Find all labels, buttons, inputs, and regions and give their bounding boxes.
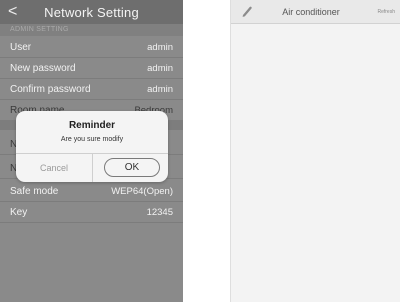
dialog-button-divider	[92, 154, 93, 182]
cancel-button[interactable]: Cancel	[16, 154, 92, 182]
air-conditioner-screen: Air conditioner Refresh	[230, 0, 400, 302]
user-value: admin	[147, 41, 173, 53]
network-setting-screen: < Network Setting ADMIN SETTING User adm…	[0, 0, 183, 302]
confirm-password-row[interactable]: Confirm password admin	[0, 79, 183, 100]
page-title: Network Setting	[44, 4, 139, 20]
confirm-password-label: Confirm password	[10, 83, 91, 95]
ok-button[interactable]: OK	[104, 158, 160, 177]
network-setting-navbar: < Network Setting	[0, 0, 183, 24]
reminder-dialog: Reminder Are you sure modify Cancel OK	[16, 111, 168, 182]
admin-setting-header: ADMIN SETTING	[0, 24, 183, 36]
new-password-label: New password	[10, 62, 76, 74]
user-row[interactable]: User admin	[0, 37, 183, 58]
new-password-row[interactable]: New password admin	[0, 58, 183, 79]
safe-mode-row[interactable]: Safe mode WEP64(Open)	[0, 181, 183, 202]
confirm-password-value: admin	[147, 83, 173, 95]
air-conditioner-navbar: Air conditioner Refresh	[231, 0, 400, 24]
dialog-title: Reminder	[68, 120, 116, 131]
user-label: User	[10, 41, 32, 53]
key-row[interactable]: Key 12345	[0, 202, 183, 223]
key-value: 12345	[146, 206, 173, 218]
dialog-message: Are you sure modify	[60, 136, 124, 143]
safe-mode-label: Safe mode	[10, 185, 59, 197]
key-label: Key	[10, 206, 28, 218]
back-icon[interactable]: <	[8, 0, 17, 24]
new-password-value: admin	[147, 62, 173, 74]
page-title-air-conditioner: Air conditioner	[282, 7, 340, 17]
refresh-button[interactable]: Refresh	[377, 0, 395, 24]
safe-mode-value: WEP64(Open)	[111, 185, 173, 197]
